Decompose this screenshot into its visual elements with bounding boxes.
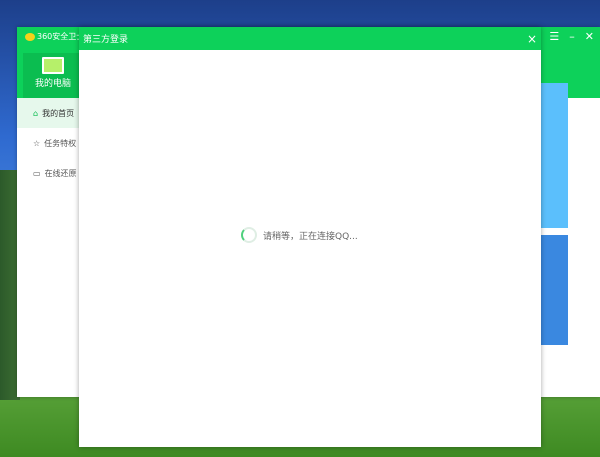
sidebar-item-label: 在线还原 [44, 168, 77, 178]
spinner-icon [241, 227, 257, 243]
sidebar-item-privilege[interactable]: ☆ 任务特权 [17, 128, 79, 158]
minimize-icon[interactable]: – [569, 30, 575, 43]
tab-my-computer[interactable]: 我的电脑 [23, 53, 83, 98]
monitor-icon: ▭ [33, 168, 41, 178]
sidebar-item-label: 我的首页 [42, 108, 75, 118]
loading-text: 请稍等，正在连接QQ... [263, 231, 358, 242]
tab-label: 我的电脑 [34, 79, 71, 89]
dialog-header: 第三方登录 × [79, 27, 541, 50]
close-icon[interactable]: × [527, 32, 537, 46]
sidebar-item-restore[interactable]: ▭ 在线还原 [17, 158, 79, 188]
menu-icon[interactable]: ☰ [549, 30, 559, 43]
sidebar-item-home[interactable]: ⌂ 我的首页 [17, 98, 79, 128]
home-icon: ⌂ [33, 108, 39, 118]
app-title: 360安全卫士 [25, 31, 84, 42]
monitor-icon [42, 57, 64, 74]
close-icon[interactable]: ✕ [585, 30, 594, 43]
dialog-title: 第三方登录 [83, 35, 129, 45]
loading-indicator: 请稍等，正在连接QQ... [241, 227, 358, 243]
sidebar-item-label: 任务特权 [44, 138, 77, 148]
app-title-text: 360安全卫士 [37, 32, 85, 41]
sidebar: ⌂ 我的首页 ☆ 任务特权 ▭ 在线还原 [17, 98, 79, 188]
star-icon: ☆ [33, 138, 41, 148]
logo-icon [25, 32, 35, 41]
third-party-login-dialog: 第三方登录 × 请稍等，正在连接QQ... [79, 27, 541, 447]
